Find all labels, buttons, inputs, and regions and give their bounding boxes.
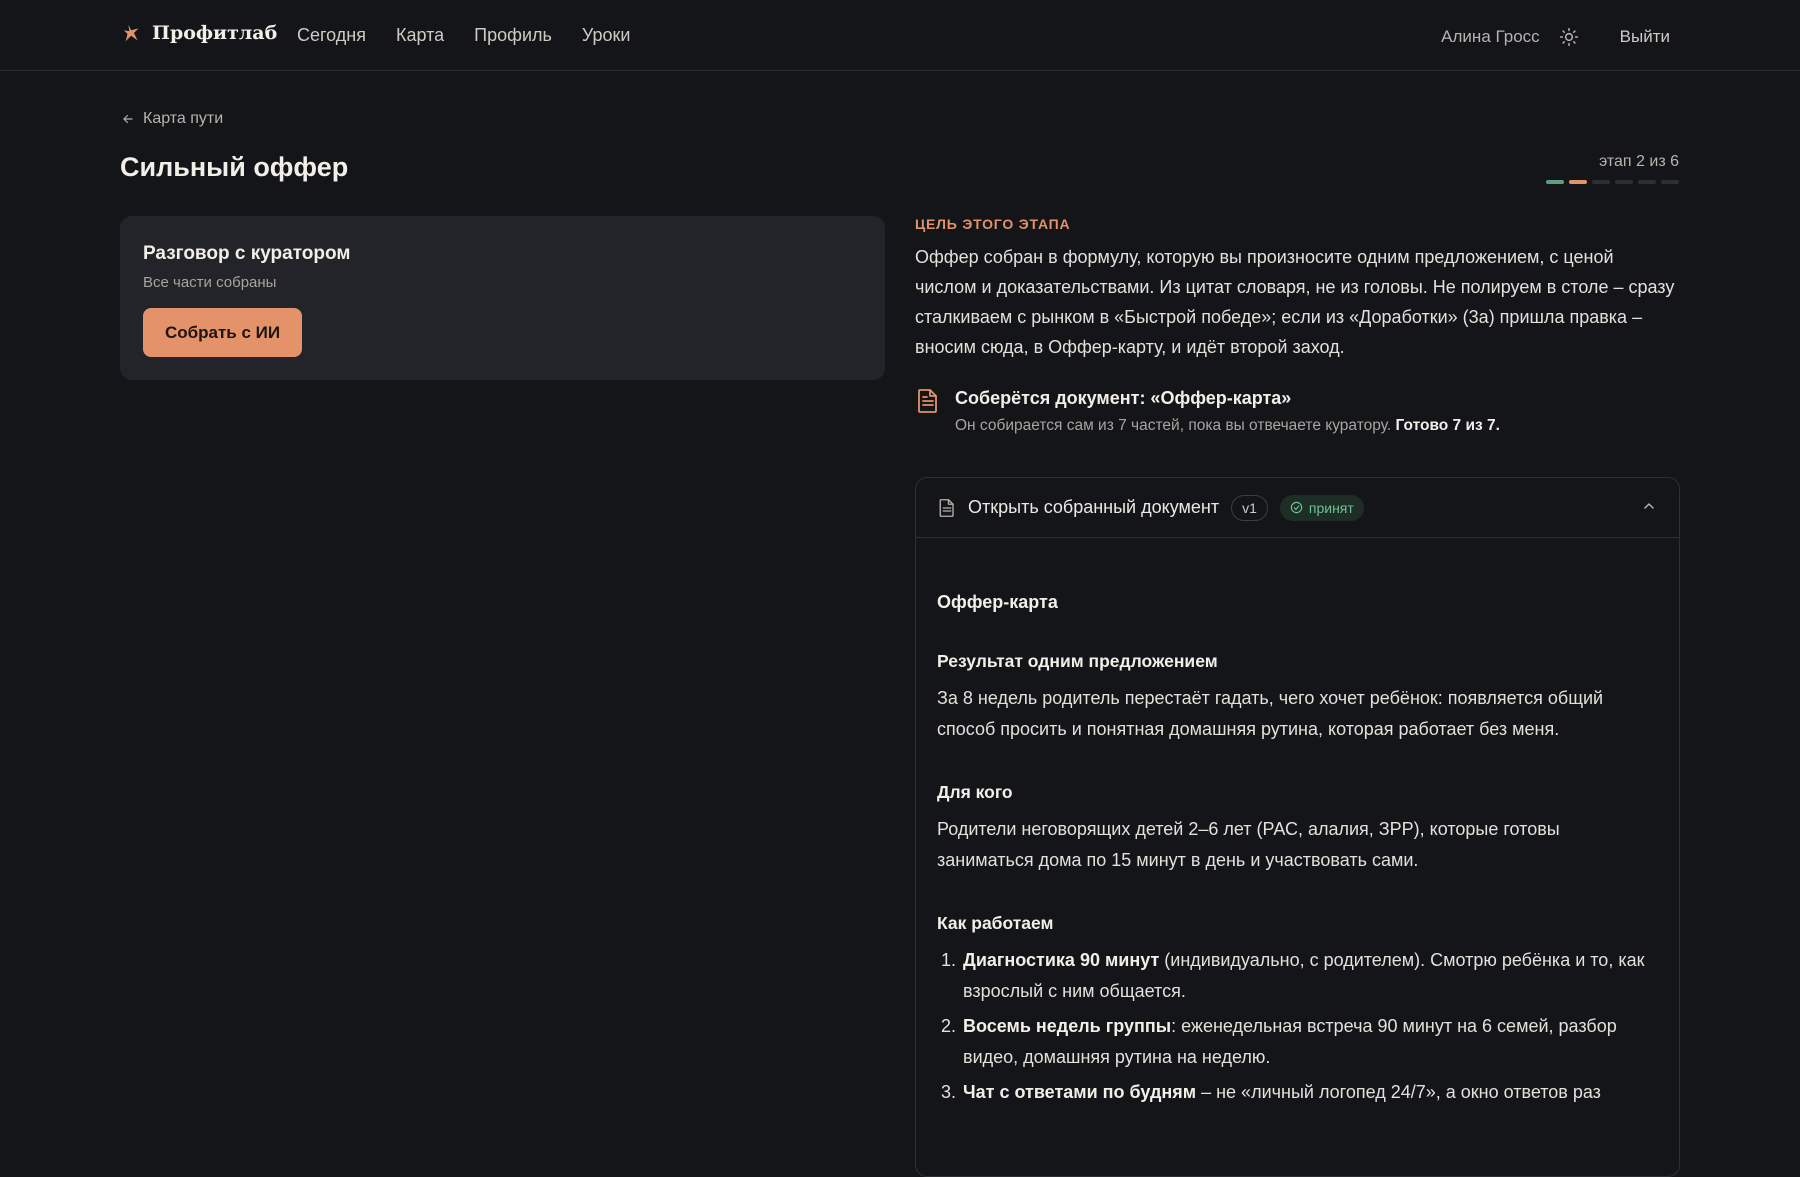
document-icon [939, 498, 954, 517]
stage-progress: этап 2 из 6 [1546, 153, 1679, 184]
logout-button[interactable]: Выйти [1620, 27, 1670, 47]
step-text: – не «личный логопед 24/7», а окно ответ… [1196, 1082, 1601, 1102]
stage-step-bar [1546, 180, 1564, 184]
document-title: Соберётся документ: «Оффер-карта» [955, 388, 1292, 408]
goal-text: Оффер собран в формулу, которую вы произ… [915, 247, 1675, 357]
stage-step-bar [1661, 180, 1679, 184]
section-heading: Для кого [937, 782, 1013, 802]
version-badge: v1 [1231, 494, 1268, 521]
status-badge-label: принят [1308, 499, 1354, 516]
back-link[interactable]: Карта пути [121, 110, 223, 128]
section-heading: Как работаем [937, 913, 1054, 933]
document-panel: Открыть собранный документ v1 принят Офф… [915, 477, 1680, 1177]
nav-item-lessons[interactable]: Уроки [582, 25, 631, 46]
stage-progress-bars [1546, 180, 1679, 184]
nav-item-profile[interactable]: Профиль [474, 25, 552, 46]
brand-name: Профитлаб [152, 22, 278, 44]
curator-card-title: Разговор с куратором [143, 243, 351, 264]
stage-step-bar [1638, 180, 1656, 184]
status-badge: принят [1279, 494, 1364, 521]
user-area: Алина Гросс Выйти [1441, 22, 1670, 52]
star-logo-icon [123, 24, 139, 42]
step-title: Восемь недель группы [963, 1016, 1172, 1036]
page-title: Сильный оффер [120, 152, 349, 182]
arrow-left-icon [123, 114, 133, 124]
sun-icon [1559, 27, 1578, 47]
step-title: Диагностика 90 минут [963, 950, 1160, 970]
check-circle-icon [1290, 501, 1303, 514]
document-info: Соберётся документ: «Оффер-карта» Он соб… [915, 388, 1680, 444]
document-ready-count: Готово 7 из 7. [1395, 417, 1500, 434]
goal-label: Цель этого этапа [915, 216, 1071, 232]
list-item: Диагностика 90 минут (индивидуально, с р… [961, 945, 1658, 1006]
nav-item-map[interactable]: Карта [396, 25, 444, 46]
document-desc: Он собирается сам из 7 частей, пока вы о… [955, 417, 1680, 435]
list-item: Чат с ответами по будням – не «личный ло… [961, 1077, 1658, 1108]
document-panel-title: Открыть собранный документ [968, 497, 1220, 517]
curator-card-subtitle: Все части собраны [143, 274, 277, 291]
section-text: Родители неговорящих детей 2–6 лет (РАС,… [937, 819, 1560, 870]
main-nav: Сегодня Карта Профиль Уроки [297, 25, 630, 46]
top-bar: Профитлаб Сегодня Карта Профиль Уроки Ал… [0, 0, 1800, 71]
document-content-title: Оффер-карта [937, 592, 1058, 612]
brand-logo[interactable]: Профитлаб [122, 22, 277, 44]
list-item: Восемь недель группы: еженедельная встре… [961, 1011, 1658, 1072]
chevron-up-icon[interactable] [1641, 498, 1657, 514]
assemble-with-ai-button[interactable]: Собрать с ИИ [143, 308, 302, 357]
back-link-label: Карта пути [143, 110, 224, 127]
document-icon [918, 389, 937, 413]
document-panel-toggle[interactable]: Открыть собранный документ v1 принят [916, 478, 1679, 538]
theme-toggle-button[interactable] [1554, 22, 1584, 52]
document-desc-text: Он собирается сам из 7 частей, пока вы о… [955, 417, 1392, 434]
stage-step-bar [1569, 180, 1587, 184]
step-title: Чат с ответами по будням [963, 1082, 1197, 1102]
stage-step-bar [1592, 180, 1610, 184]
curator-card: Разговор с куратором Все части собраны С… [120, 216, 885, 380]
steps-list: Диагностика 90 минут (индивидуально, с р… [937, 945, 1658, 1108]
section-heading: Результат одним предложением [937, 651, 1218, 671]
stage-label: этап 2 из 6 [1599, 153, 1679, 170]
stage-info: Цель этого этапа Оффер собран в формулу,… [915, 216, 1680, 444]
nav-item-today[interactable]: Сегодня [297, 25, 366, 46]
stage-step-bar [1615, 180, 1633, 184]
user-name: Алина Гросс [1441, 27, 1540, 46]
section-text: За 8 недель родитель перестаёт гадать, ч… [937, 688, 1604, 739]
document-content: Оффер-карта Результат одним предложением… [916, 538, 1679, 1137]
